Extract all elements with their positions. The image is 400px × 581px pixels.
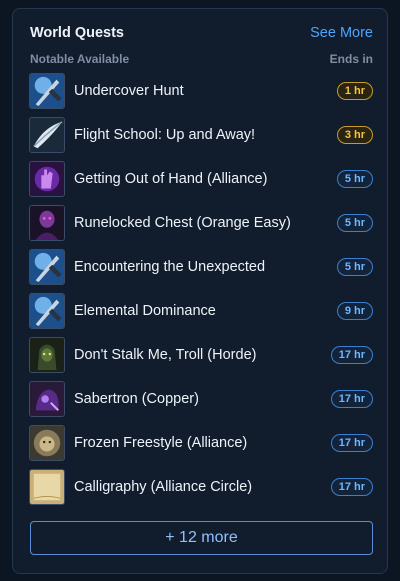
quest-name: Elemental Dominance xyxy=(74,303,216,319)
quest-name: Flight School: Up and Away! xyxy=(74,127,256,143)
see-more-link[interactable]: See More xyxy=(310,25,373,41)
quest-row[interactable]: Undercover Hunt 1 hr xyxy=(29,69,373,113)
quest-row[interactable]: Don't Stalk Me, Troll (Horde) 17 hr xyxy=(29,333,373,377)
quest-row[interactable]: Frozen Freestyle (Alliance) 17 hr xyxy=(29,421,373,465)
quest-row[interactable]: Flight School: Up and Away! 3 hr xyxy=(29,113,373,157)
panel-title: World Quests xyxy=(30,25,124,41)
notable-available-label: Notable Available xyxy=(30,52,130,66)
time-badge: 5 hr xyxy=(336,170,373,188)
time-badge: 5 hr xyxy=(336,214,373,232)
quest-name: Runelocked Chest (Orange Easy) xyxy=(74,215,291,231)
quest-name: Frozen Freestyle (Alliance) xyxy=(74,435,248,451)
world-quests-panel: World Quests See More Notable Available … xyxy=(12,8,388,574)
quest-name: Sabertron (Copper) xyxy=(74,391,199,407)
time-badge: 5 hr xyxy=(336,258,373,276)
time-badge: 17 hr xyxy=(330,478,373,496)
spyglass-dagger-icon xyxy=(29,73,65,109)
ends-in-label: Ends in xyxy=(329,52,373,66)
quest-list: Undercover Hunt 1 hr Flight School: Up a… xyxy=(29,69,373,509)
lion-head-icon xyxy=(29,425,65,461)
quest-row[interactable]: Getting Out of Hand (Alliance) 5 hr xyxy=(29,157,373,201)
quest-name: Encountering the Unexpected xyxy=(74,259,266,275)
quest-row[interactable]: Elemental Dominance 9 hr xyxy=(29,289,373,333)
time-badge: 17 hr xyxy=(330,434,373,452)
quest-row[interactable]: Encountering the Unexpected 5 hr xyxy=(29,245,373,289)
parchment-scroll-icon xyxy=(29,469,65,505)
sabertron-icon xyxy=(29,381,65,417)
quest-name: Don't Stalk Me, Troll (Horde) xyxy=(74,347,257,363)
quest-name: Getting Out of Hand (Alliance) xyxy=(74,171,268,187)
purple-character-icon xyxy=(29,205,65,241)
column-header: Notable Available Ends in xyxy=(30,52,373,66)
quest-row[interactable]: Calligraphy (Alliance Circle) 17 hr xyxy=(29,465,373,509)
panel-header: World Quests See More xyxy=(30,25,373,41)
show-more-button[interactable]: + 12 more xyxy=(30,521,373,555)
quest-name: Calligraphy (Alliance Circle) xyxy=(74,479,253,495)
spyglass-dagger-icon xyxy=(29,249,65,285)
time-badge: 9 hr xyxy=(336,302,373,320)
purple-hand-icon xyxy=(29,161,65,197)
quest-row[interactable]: Sabertron (Copper) 17 hr xyxy=(29,377,373,421)
troll-hunter-icon xyxy=(29,337,65,373)
time-badge: 17 hr xyxy=(330,390,373,408)
quest-row[interactable]: Runelocked Chest (Orange Easy) 5 hr xyxy=(29,201,373,245)
spyglass-dagger-icon xyxy=(29,293,65,329)
time-badge: 1 hr xyxy=(336,82,373,100)
time-badge: 3 hr xyxy=(336,126,373,144)
quest-name: Undercover Hunt xyxy=(74,83,184,99)
feather-wing-icon xyxy=(29,117,65,153)
time-badge: 17 hr xyxy=(330,346,373,364)
